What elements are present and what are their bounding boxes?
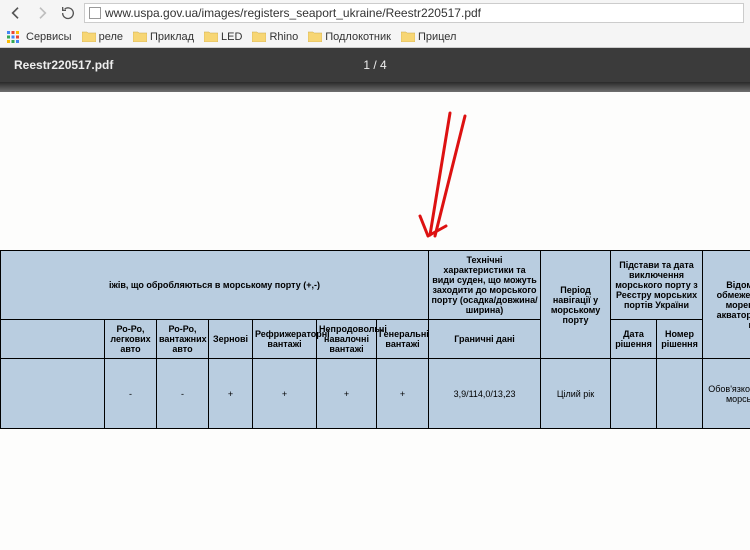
pdf-page-indicator: 1 / 4 [363, 58, 386, 72]
annotation-arrow [370, 108, 470, 248]
cell-roro-trucks: - [157, 359, 209, 429]
page-whitespace [0, 92, 750, 250]
bookmark-folder[interactable]: Rhino [248, 31, 302, 43]
back-button[interactable] [6, 3, 26, 23]
cell-navigation: Цілий рік [541, 359, 611, 429]
subheader-limit-data: Граничні дані [429, 320, 541, 359]
pdf-toolbar: Reestr220517.pdf 1 / 4 [0, 48, 750, 82]
cell-roro-cars: - [105, 359, 157, 429]
cell-refrigerated: + [253, 359, 317, 429]
folder-icon [204, 31, 218, 42]
bookmarks-bar: Сервисы реле Приклад LED Rhino Подлокотн… [0, 26, 750, 48]
subheader-roro-cars: Ро-Ро, легкових авто [105, 320, 157, 359]
cell-safety: Обов'язкові постанови по морському порту [703, 359, 750, 429]
subheader-refrigerated: Рефрижераторні вантажі [253, 320, 317, 359]
folder-icon [133, 31, 147, 42]
pdf-shadow [0, 82, 750, 92]
url-text: www.uspa.gov.ua/images/registers_seaport… [105, 6, 481, 20]
bookmark-folder[interactable]: Приклад [129, 31, 198, 43]
address-bar[interactable]: www.uspa.gov.ua/images/registers_seaport… [84, 3, 744, 23]
pdf-viewer: Reestr220517.pdf 1 / 4 іжів, що обробляю… [0, 48, 750, 550]
subheader-decision-no: Номер рішення [657, 320, 703, 359]
header-tech: Технічні характеристики та види суден, щ… [429, 251, 541, 320]
bookmark-folder[interactable]: Подлокотник [304, 31, 395, 43]
subheader-nonfood-bulk: Непродовольчі навалочні вантажі [317, 320, 377, 359]
header-safety: Відомості щодо обмежень з безпеки морепл… [703, 251, 750, 359]
cell-nonfood-bulk: + [317, 359, 377, 429]
reload-button[interactable] [58, 3, 78, 23]
cell-grain: + [209, 359, 253, 429]
forward-button[interactable] [32, 3, 52, 23]
header-cargo-group: іжів, що обробляються в морському порту … [1, 251, 429, 320]
pdf-page[interactable]: іжів, що обробляються в морському порту … [0, 92, 750, 550]
cell-decision-no [657, 359, 703, 429]
cell-blank [1, 359, 105, 429]
bookmark-folder[interactable]: Прицел [397, 31, 461, 43]
folder-icon [308, 31, 322, 42]
cell-decision-date [611, 359, 657, 429]
folder-icon [82, 31, 96, 42]
page-icon [89, 7, 101, 19]
folder-icon [401, 31, 415, 42]
subheader-roro-trucks: Ро-Ро, вантажних авто [157, 320, 209, 359]
pdf-filename: Reestr220517.pdf [14, 58, 113, 72]
bookmarks-apps[interactable]: Сервисы [22, 31, 76, 43]
browser-chrome: www.uspa.gov.ua/images/registers_seaport… [0, 0, 750, 48]
header-exclusion: Підстави та дата виключення морського по… [611, 251, 703, 320]
cell-general: + [377, 359, 429, 429]
subheader-grain: Зернові [209, 320, 253, 359]
bookmark-folder[interactable]: LED [200, 31, 246, 43]
registry-table: іжів, що обробляються в морському порту … [0, 250, 750, 429]
subheader-decision-date: Дата рішення [611, 320, 657, 359]
table-row: - - + + + + 3,9/114,0/13,23 Цілий рік Об… [1, 359, 750, 429]
bookmark-folder[interactable]: реле [78, 31, 127, 43]
folder-icon [252, 31, 266, 42]
cell-limit-data: 3,9/114,0/13,23 [429, 359, 541, 429]
subheader-blank [1, 320, 105, 359]
apps-icon[interactable] [6, 30, 20, 44]
header-navigation: Період навігації у морському порту [541, 251, 611, 359]
nav-toolbar: www.uspa.gov.ua/images/registers_seaport… [0, 0, 750, 26]
